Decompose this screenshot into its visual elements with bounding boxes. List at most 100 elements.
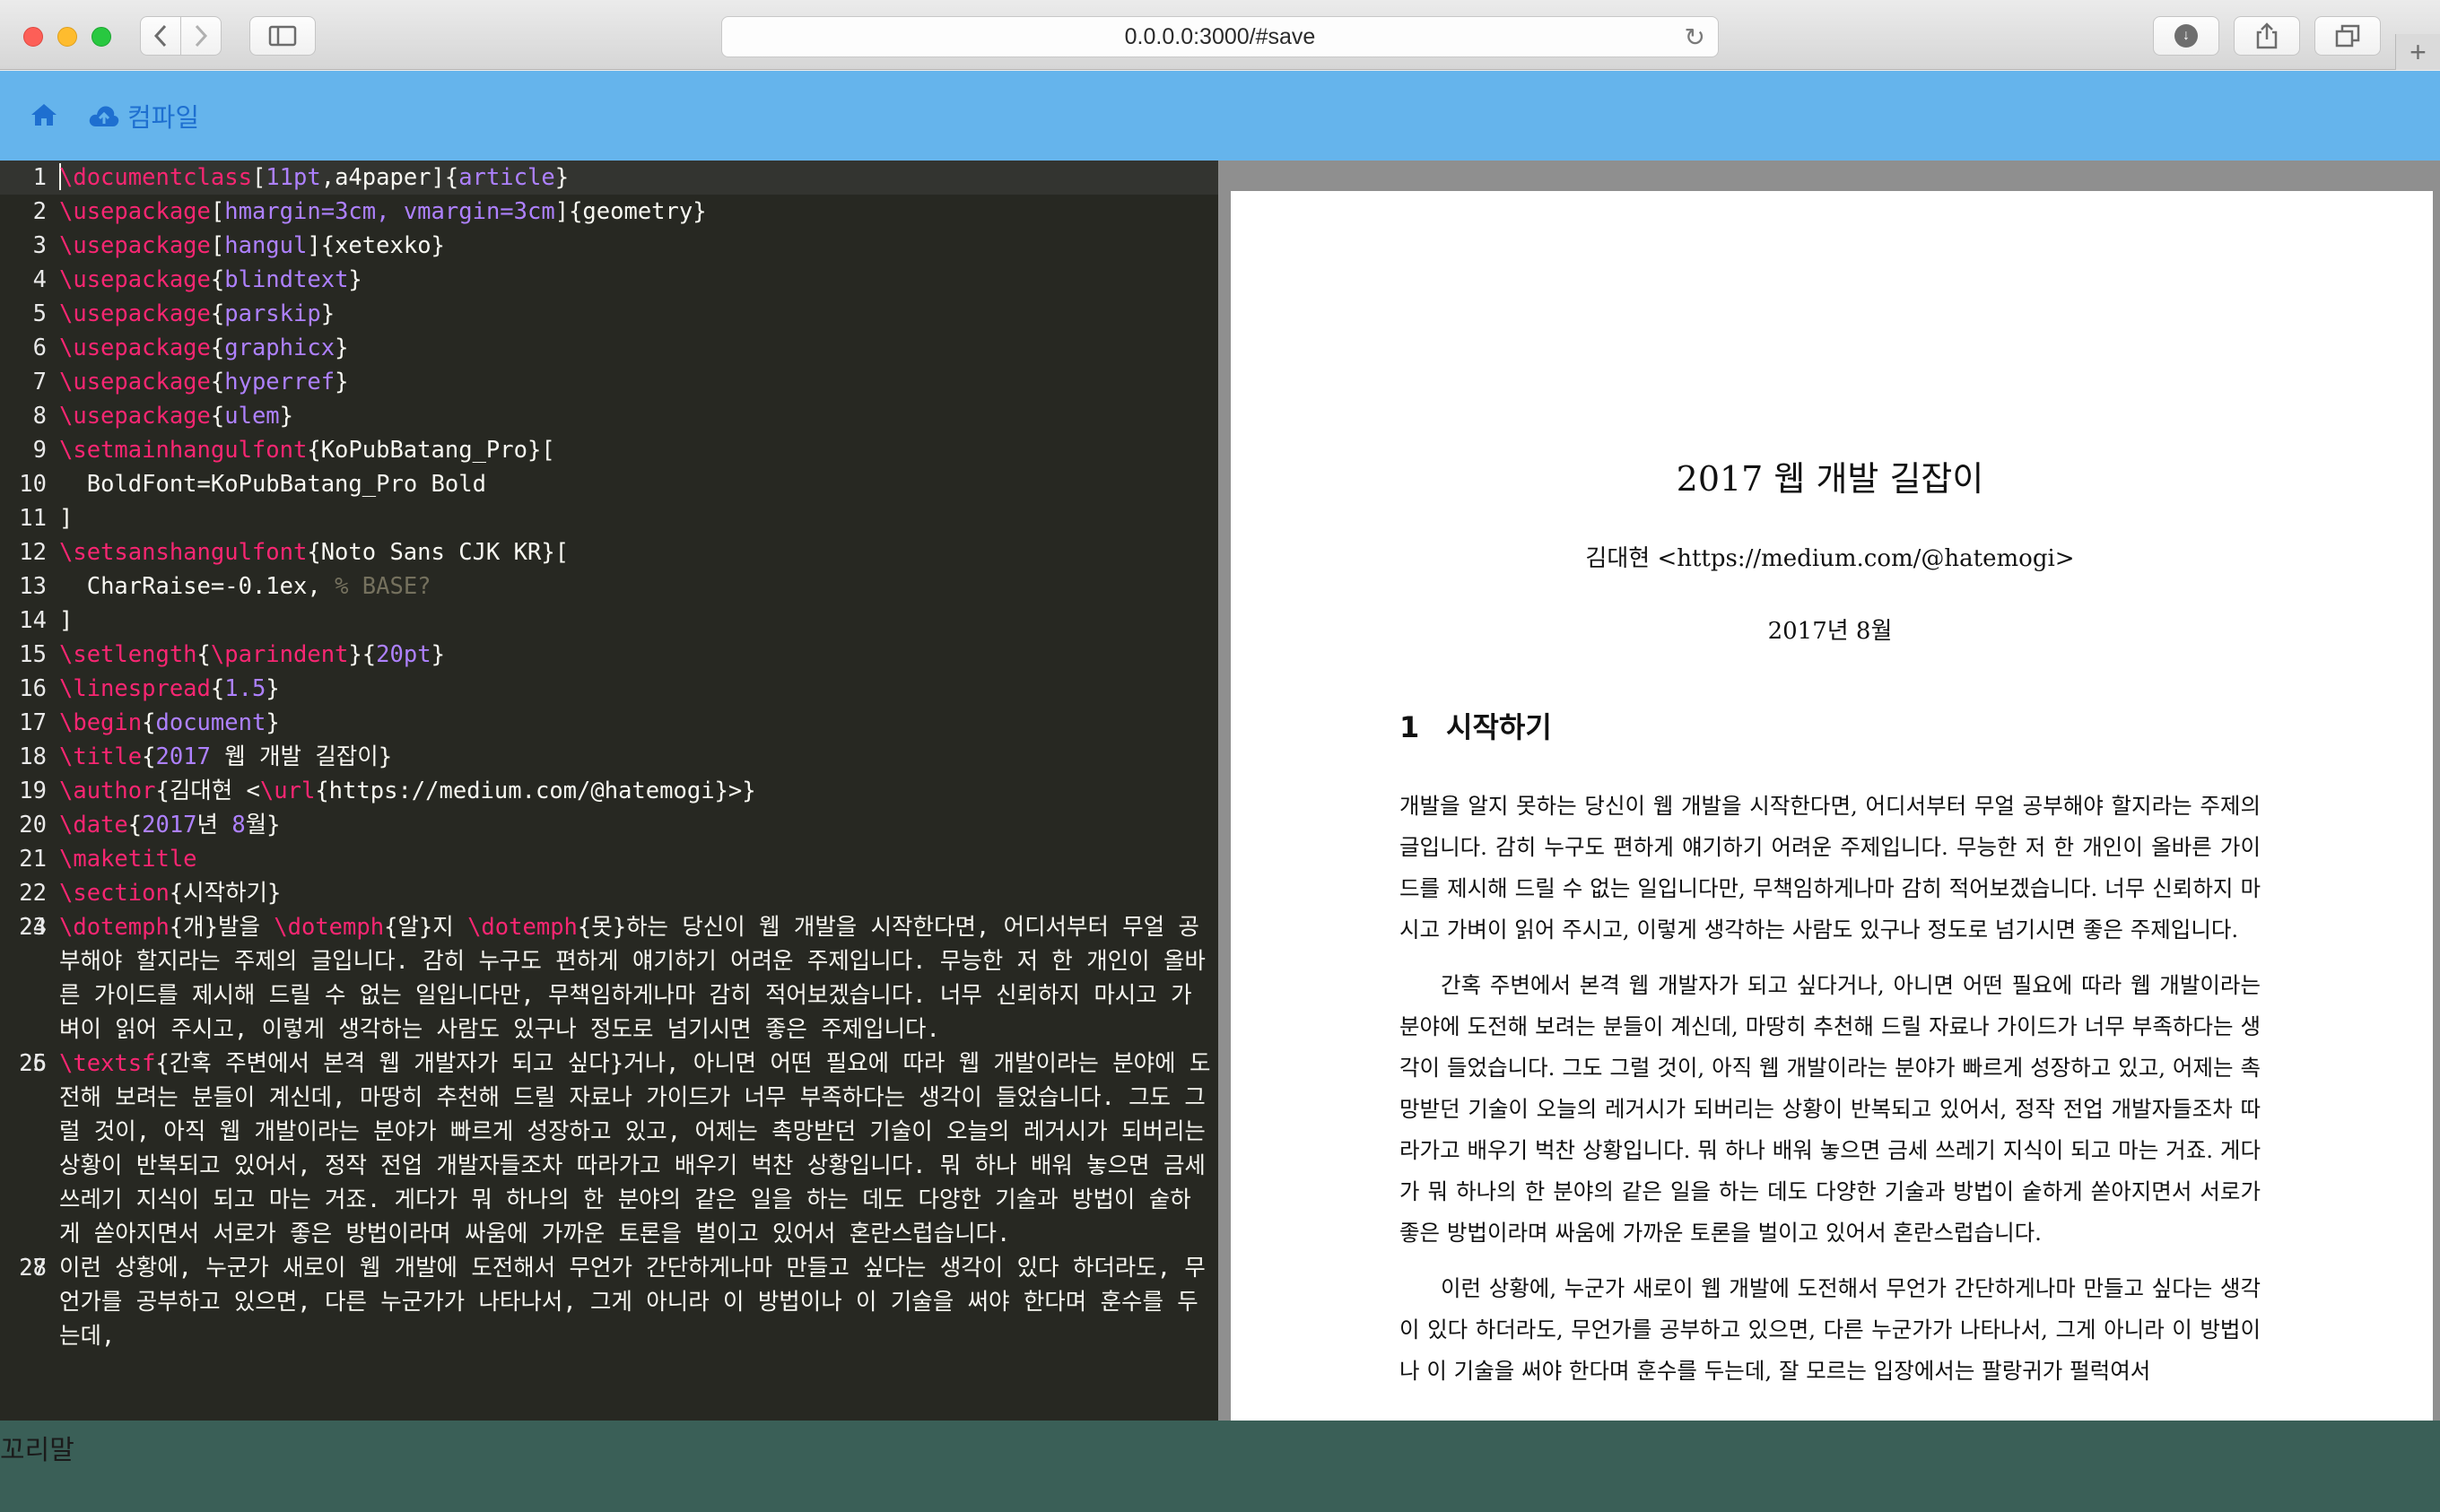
code-token: {시작하기} <box>169 880 282 907</box>
address-bar[interactable]: 0.0.0.0:3000/#save ↻ <box>721 16 1719 57</box>
line-number: 14 <box>19 607 47 634</box>
compile-button[interactable]: 컴파일 <box>88 96 199 135</box>
share-icon <box>2256 22 2278 49</box>
code-token: \dotemph <box>467 914 578 941</box>
code-token: } <box>320 300 336 327</box>
sidebar-toggle-button[interactable] <box>249 16 316 56</box>
code-token: hyperref <box>224 369 336 395</box>
code-token: ] <box>59 607 74 634</box>
home-icon[interactable] <box>30 103 57 126</box>
code-line[interactable]: 19 \author{김대현 <\url{https://medium.com/@… <box>0 774 1218 808</box>
code-token: hangul <box>224 232 308 259</box>
document-author: 김대현 <https://medium.com/@hatemogi> <box>1585 545 2075 572</box>
code-token: 20pt <box>376 641 431 668</box>
share-button[interactable] <box>2234 16 2300 56</box>
code-line[interactable]: 9 \setmainhangulfont{KoPubBatang_Pro}[ <box>0 433 1218 467</box>
code-line[interactable]: 13 CharRaise=-0.1ex, % BASE? <box>0 569 1218 604</box>
code-line[interactable]: 22 \section{시작하기} <box>0 876 1218 910</box>
code-token: \date <box>59 812 128 839</box>
code-token: document <box>155 709 266 736</box>
code-line[interactable]: 26 \textsf{간혹 주변에서 본격 웹 개발자가 되고 싶다}거나, 아니… <box>0 1047 1218 1251</box>
code-token: \maketitle <box>59 846 197 873</box>
code-token: ]{xetexko} <box>307 232 445 259</box>
plus-icon: + <box>2410 35 2427 68</box>
footer-text: 꼬리말 <box>0 1436 74 1465</box>
section-heading: 1 시작하기 <box>1399 705 2261 746</box>
line-number: 18 <box>19 743 47 770</box>
browser-titlebar: 0.0.0.0:3000/#save ↻ ↓ + <box>0 0 2440 70</box>
code-token: \setlength <box>59 641 197 668</box>
code-token: ulem <box>224 403 280 430</box>
download-button[interactable]: ↓ <box>2153 16 2219 56</box>
code-line[interactable]: 3 \usepackage[hangul]{xetexko} <box>0 229 1218 263</box>
document-title: 2017 웹 개발 길잡이 <box>1676 459 1984 499</box>
code-line[interactable]: 7 \usepackage{hyperref} <box>0 365 1218 399</box>
pdf-page: 2017 웹 개발 길잡이 김대현 <https://medium.com/@h… <box>1231 191 2433 1421</box>
line-number: 10 <box>19 471 47 498</box>
sidebar-icon <box>268 25 297 47</box>
code-token: {알}지 <box>384 914 468 941</box>
code-token: \linespread <box>59 675 211 702</box>
section-title: 시작하기 <box>1446 710 1552 744</box>
code-line[interactable]: 1 \documentclass[11pt,a4paper]{article} <box>0 161 1218 195</box>
code-line[interactable]: 11] <box>0 501 1218 535</box>
code-line[interactable]: 10 BoldFont=KoPubBatang_Pro Bold <box>0 467 1218 501</box>
code-line[interactable]: 14] <box>0 604 1218 638</box>
code-token: {간혹 주변에서 본격 웹 개발자가 되고 싶다}거나, 아니면 어떤 필요에 … <box>59 1050 1218 1247</box>
back-button[interactable] <box>140 16 181 56</box>
code-line[interactable]: 12 \setsanshangulfont{Noto Sans CJK KR}[ <box>0 535 1218 569</box>
tabs-icon <box>2335 24 2360 48</box>
line-number: 17 <box>19 709 47 736</box>
code-token: \title <box>59 743 143 770</box>
code-token: parskip <box>224 300 321 327</box>
reload-icon[interactable]: ↻ <box>1685 22 1705 52</box>
code-token: {Noto Sans CJK KR}[ <box>307 539 570 566</box>
line-number: 15 <box>19 641 47 668</box>
code-token: { <box>210 266 225 293</box>
line-number: 28 <box>19 1255 47 1282</box>
code-token: ] <box>59 505 74 532</box>
code-token: { <box>210 335 225 361</box>
cloud-upload-icon <box>89 106 119 126</box>
code-token: 년 <box>196 812 232 839</box>
code-token: 이런 상황에, 누군가 새로이 웹 개발에 도전해서 무언가 간단하게나마 만들… <box>59 1255 1206 1350</box>
code-token: graphicx <box>224 335 336 361</box>
minimize-window-button[interactable] <box>57 27 77 47</box>
code-token: {https://medium.com/@hatemogi}>} <box>315 778 756 804</box>
line-number: 11 <box>19 505 47 532</box>
close-window-button[interactable] <box>23 27 43 47</box>
line-number: 20 <box>19 812 47 839</box>
code-line[interactable]: 5 \usepackage{parskip} <box>0 297 1218 331</box>
chevron-right-icon <box>195 24 208 48</box>
pdf-preview-pane[interactable]: 2017 웹 개발 길잡이 김대현 <https://medium.com/@h… <box>1218 161 2440 1421</box>
code-token: 1.5 <box>224 675 266 702</box>
latex-editor[interactable]: 1 \documentclass[11pt,a4paper]{article} 2 \… <box>0 161 1218 1421</box>
code-line[interactable]: 8 \usepackage{ulem} <box>0 399 1218 433</box>
code-line[interactable]: 18 \title{2017 웹 개발 길잡이} <box>0 740 1218 774</box>
new-tab-button[interactable]: + <box>2395 34 2440 70</box>
code-token: } <box>279 403 294 430</box>
code-token: article <box>458 164 555 191</box>
code-token: \author <box>59 778 156 804</box>
code-line[interactable]: 15 \setlength{\parindent}{20pt} <box>0 638 1218 672</box>
code-token: { <box>210 403 225 430</box>
code-line[interactable]: 21 \maketitle <box>0 842 1218 876</box>
code-line[interactable]: 16 \linespread{1.5} <box>0 672 1218 706</box>
code-line[interactable]: 4 \usepackage{blindtext} <box>0 263 1218 297</box>
code-line[interactable]: 2 \usepackage[hmargin=3cm, vmargin=3cm]{g… <box>0 195 1218 229</box>
chevron-left-icon <box>153 24 167 48</box>
code-line[interactable]: 20 \date{2017년 8월} <box>0 808 1218 842</box>
zoom-window-button[interactable] <box>92 27 111 47</box>
code-line[interactable]: 17 \begin{document} <box>0 706 1218 740</box>
code-token: {김대현 < <box>155 778 260 804</box>
code-token: { <box>196 641 211 668</box>
forward-button[interactable] <box>180 16 222 56</box>
code-line[interactable]: 6 \usepackage{graphicx} <box>0 331 1218 365</box>
app-toolbar: 컴파일 <box>0 71 2440 161</box>
line-number: 22 <box>19 880 47 907</box>
pdf-content: 2017 웹 개발 길잡이 김대현 <https://medium.com/@h… <box>1399 451 2261 1406</box>
code-line[interactable]: 28 이런 상황에, 누군가 새로이 웹 개발에 도전해서 무언가 간단하게나마 … <box>0 1251 1218 1353</box>
code-token: [ <box>210 198 225 225</box>
code-line[interactable]: 24 \dotemph{개}발을 \dotemph{알}지 \dotemph{못}… <box>0 910 1218 1047</box>
show-tabs-button[interactable] <box>2314 16 2381 56</box>
